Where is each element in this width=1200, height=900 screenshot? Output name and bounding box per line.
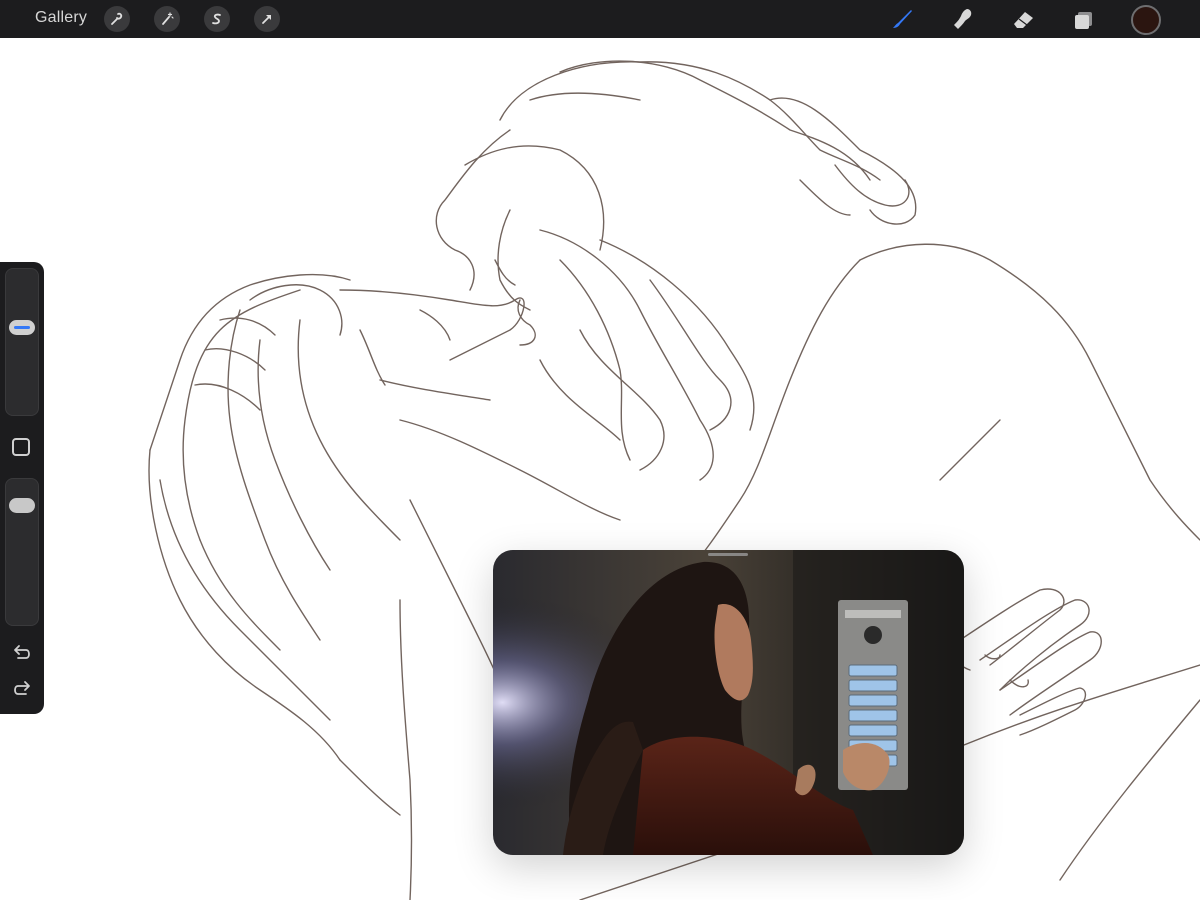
- redo-arrow-icon[interactable]: [10, 680, 34, 700]
- reference-frame: [493, 550, 964, 855]
- reference-video-window[interactable]: [493, 550, 964, 855]
- transform-arrow-icon[interactable]: [254, 6, 280, 32]
- wrench-icon[interactable]: [104, 6, 130, 32]
- brush-sidebar: [0, 262, 44, 714]
- brush-size-slider[interactable]: [5, 268, 39, 416]
- top-toolbar: Gallery: [0, 0, 1200, 38]
- smudge-icon[interactable]: [947, 4, 977, 34]
- brush-icon[interactable]: [887, 4, 917, 34]
- gallery-button[interactable]: Gallery: [35, 9, 87, 27]
- opacity-handle[interactable]: [9, 498, 35, 514]
- selection-icon[interactable]: [204, 6, 230, 32]
- undo-arrow-icon[interactable]: [10, 644, 34, 664]
- size-indicator: [14, 325, 30, 329]
- color-swatch[interactable]: [1131, 5, 1161, 35]
- eraser-icon[interactable]: [1008, 4, 1038, 34]
- modify-button[interactable]: [12, 438, 30, 456]
- opacity-slider[interactable]: [5, 478, 39, 626]
- layers-icon[interactable]: [1069, 4, 1099, 34]
- magic-wand-icon[interactable]: [154, 6, 180, 32]
- brush-size-handle[interactable]: [9, 319, 35, 335]
